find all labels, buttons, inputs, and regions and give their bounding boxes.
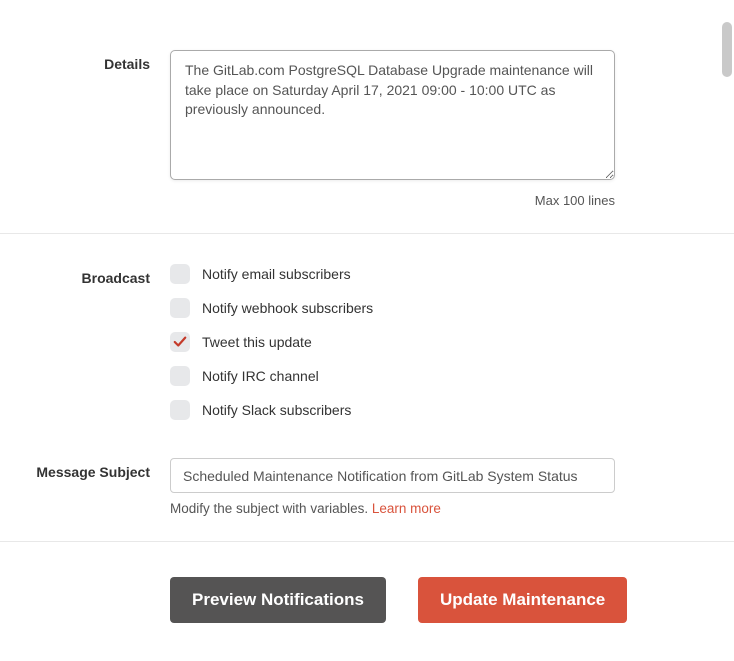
broadcast-option-irc[interactable]: Notify IRC channel <box>170 366 615 386</box>
preview-button[interactable]: Preview Notifications <box>170 577 386 623</box>
details-hint: Max 100 lines <box>170 193 615 208</box>
details-label: Details <box>20 50 170 72</box>
checkbox-irc[interactable] <box>170 366 190 386</box>
checkbox-label: Notify Slack subscribers <box>202 402 351 418</box>
subject-input[interactable] <box>170 458 615 493</box>
broadcast-option-webhook[interactable]: Notify webhook subscribers <box>170 298 615 318</box>
broadcast-option-slack[interactable]: Notify Slack subscribers <box>170 400 615 420</box>
details-row: Details Max 100 lines <box>0 50 734 208</box>
broadcast-option-email[interactable]: Notify email subscribers <box>170 264 615 284</box>
subject-helper: Modify the subject with variables. Learn… <box>170 501 615 516</box>
section-divider <box>0 233 734 234</box>
broadcast-row: Broadcast Notify email subscribers Notif… <box>0 264 734 434</box>
subject-row: Message Subject Modify the subject with … <box>0 458 734 516</box>
check-icon <box>173 335 187 349</box>
checkbox-webhook[interactable] <box>170 298 190 318</box>
update-button[interactable]: Update Maintenance <box>418 577 627 623</box>
subject-helper-text: Modify the subject with variables. <box>170 501 372 516</box>
broadcast-option-tweet[interactable]: Tweet this update <box>170 332 615 352</box>
details-textarea[interactable] <box>170 50 615 180</box>
checkbox-label: Notify webhook subscribers <box>202 300 373 316</box>
checkbox-label: Notify IRC channel <box>202 368 319 384</box>
broadcast-options: Notify email subscribers Notify webhook … <box>170 264 615 434</box>
broadcast-label: Broadcast <box>20 264 170 286</box>
checkbox-slack[interactable] <box>170 400 190 420</box>
checkbox-label: Tweet this update <box>202 334 312 350</box>
checkbox-label: Notify email subscribers <box>202 266 351 282</box>
checkbox-tweet[interactable] <box>170 332 190 352</box>
checkbox-email[interactable] <box>170 264 190 284</box>
scrollbar-thumb[interactable] <box>722 22 732 77</box>
learn-more-link[interactable]: Learn more <box>372 501 441 516</box>
action-buttons: Preview Notifications Update Maintenance <box>0 577 734 623</box>
subject-label: Message Subject <box>20 458 170 480</box>
section-divider-2 <box>0 541 734 542</box>
